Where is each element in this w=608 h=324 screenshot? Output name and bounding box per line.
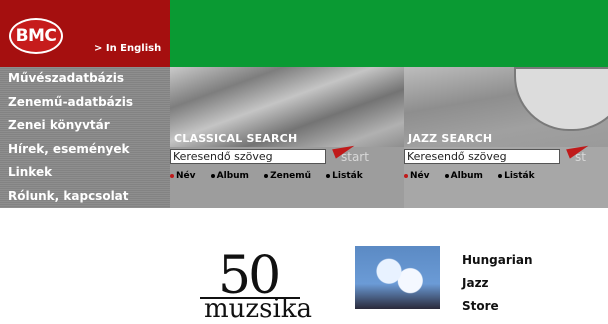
radio-dot-icon — [210, 173, 215, 178]
option-label: Listák — [504, 171, 535, 181]
radio-dot-icon — [264, 173, 269, 178]
jazz-option-lists[interactable]: Listák — [498, 171, 535, 181]
classical-option-album[interactable]: Album — [210, 171, 249, 181]
in-english-link[interactable]: > In English — [94, 43, 161, 54]
classical-search-input[interactable] — [170, 149, 326, 164]
radio-dot-icon — [326, 173, 331, 178]
classical-search-panel: CLASSICAL SEARCH start Név Album Zenemű … — [170, 67, 404, 208]
radio-dot-icon — [444, 173, 449, 178]
page: BMC > In English Művészadatbázis Zenemű-… — [0, 0, 608, 324]
header-brand-area: BMC > In English — [0, 0, 170, 67]
classical-option-name[interactable]: Név — [170, 171, 196, 181]
option-label: Listák — [332, 171, 363, 181]
option-label: Név — [176, 171, 196, 181]
logo-text: BMC — [11, 20, 61, 52]
classical-search-options: Név Album Zenemű Listák — [170, 171, 375, 181]
bmc-logo[interactable]: BMC — [9, 18, 63, 54]
option-label: Zenemű — [270, 171, 312, 181]
muzsika-word: muzsika — [204, 294, 313, 324]
nav-item-music-library[interactable]: Zenei könyvtár — [0, 114, 170, 138]
option-label: Név — [410, 171, 430, 181]
classical-option-work[interactable]: Zenemű — [264, 171, 311, 181]
jazz-search-panel: JAZZ SEARCH st Név Album Listák — [404, 67, 608, 208]
jazz-search-options: Név Album Listák — [404, 171, 547, 181]
radio-dot-icon — [498, 173, 503, 178]
store-line: Jazz — [462, 276, 489, 290]
classical-start-button[interactable]: start — [341, 150, 369, 164]
nav-item-artist-database[interactable]: Művészadatbázis — [0, 67, 170, 91]
fifty-muzsika-logo[interactable]: 50 muzsika — [200, 242, 312, 324]
store-line: Store — [462, 299, 499, 313]
radio-dot-icon — [170, 173, 174, 178]
header-banner — [170, 0, 608, 67]
store-line: Hungarian — [462, 253, 533, 267]
jazz-option-name[interactable]: Név — [404, 171, 430, 181]
jazz-store-image[interactable] — [355, 246, 440, 309]
jazz-start-button[interactable]: st — [575, 150, 586, 164]
jazz-search-title: JAZZ SEARCH — [408, 132, 493, 145]
jazz-store-link[interactable]: Hungarian Jazz Store — [462, 249, 533, 318]
radio-dot-icon — [404, 173, 408, 178]
jazz-search-input[interactable] — [404, 149, 560, 164]
classical-option-lists[interactable]: Listák — [326, 171, 363, 181]
nav-item-news-events[interactable]: Hírek, események — [0, 138, 170, 162]
nav-item-work-database[interactable]: Zenemű-adatbázis — [0, 91, 170, 115]
main-nav: Művészadatbázis Zenemű-adatbázis Zenei k… — [0, 67, 170, 208]
option-label: Album — [450, 171, 483, 181]
option-label: Album — [216, 171, 249, 181]
nav-item-about-contact[interactable]: Rólunk, kapcsolat — [0, 185, 170, 209]
nav-item-links[interactable]: Linkek — [0, 161, 170, 185]
classical-search-title: CLASSICAL SEARCH — [174, 132, 298, 145]
jazz-option-album[interactable]: Album — [444, 171, 483, 181]
